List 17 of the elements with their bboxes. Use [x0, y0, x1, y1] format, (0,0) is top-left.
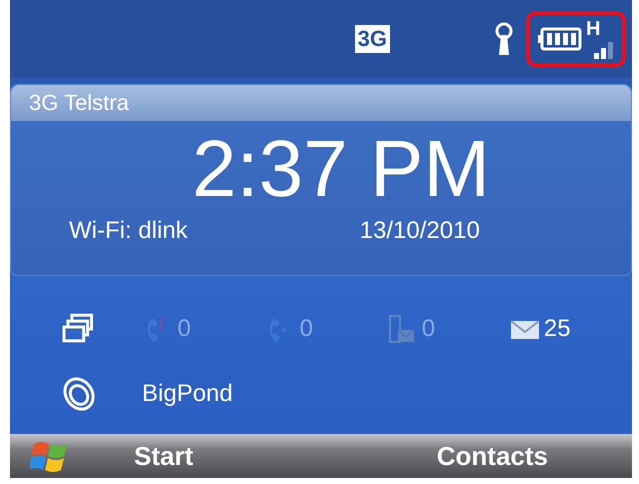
network-type-icon[interactable]: 3G — [354, 25, 390, 53]
notification-count: 0 — [300, 315, 313, 343]
notification-count: 0 — [178, 315, 191, 343]
signal-icon[interactable] — [594, 39, 614, 59]
notification-count: 25 — [544, 315, 571, 343]
clock-time: 2:37 PM — [191, 123, 491, 215]
windows-stack-icon[interactable] — [62, 313, 94, 345]
wifi-status: Wi-Fi: dlink — [69, 217, 188, 245]
app-link[interactable]: BigPond — [142, 380, 233, 408]
data-mode-text: H — [586, 19, 600, 39]
softkey[interactable]: Start — [134, 440, 194, 472]
softkey[interactable]: Contacts — [436, 440, 548, 472]
date-text: 13/10/2010 — [360, 217, 480, 245]
antenna-icon[interactable] — [494, 21, 514, 57]
operator-name: 3G Telstra — [29, 90, 129, 116]
battery-icon[interactable] — [538, 27, 582, 51]
notification-count: 0 — [422, 315, 436, 343]
